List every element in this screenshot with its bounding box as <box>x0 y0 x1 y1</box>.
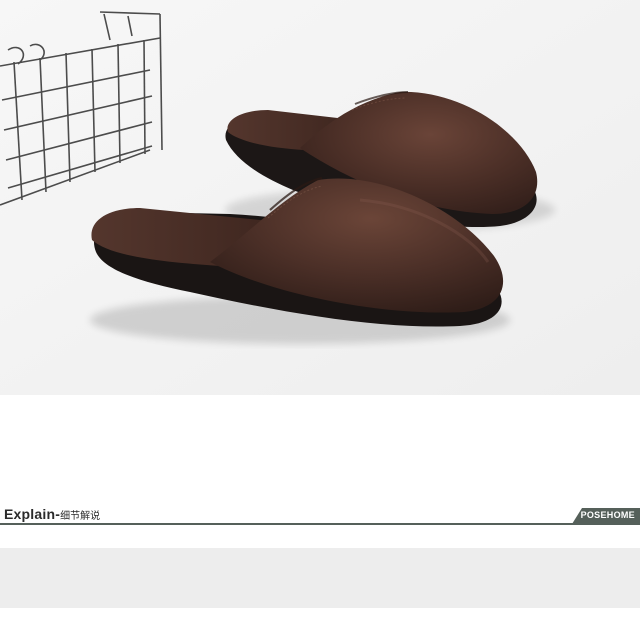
product-photo <box>0 0 640 395</box>
section-title-cn: 细节解说 <box>60 511 101 522</box>
grey-band <box>0 548 640 608</box>
section-title: Explain-细节解说 <box>4 506 101 522</box>
section-title-en: Explain <box>4 506 56 522</box>
brand-label: POSEHOME <box>580 510 635 520</box>
brand-tab: POSEHOME <box>572 508 640 524</box>
section-header: Explain-细节解说 POSEHOME <box>0 500 640 530</box>
section-divider <box>0 523 640 525</box>
